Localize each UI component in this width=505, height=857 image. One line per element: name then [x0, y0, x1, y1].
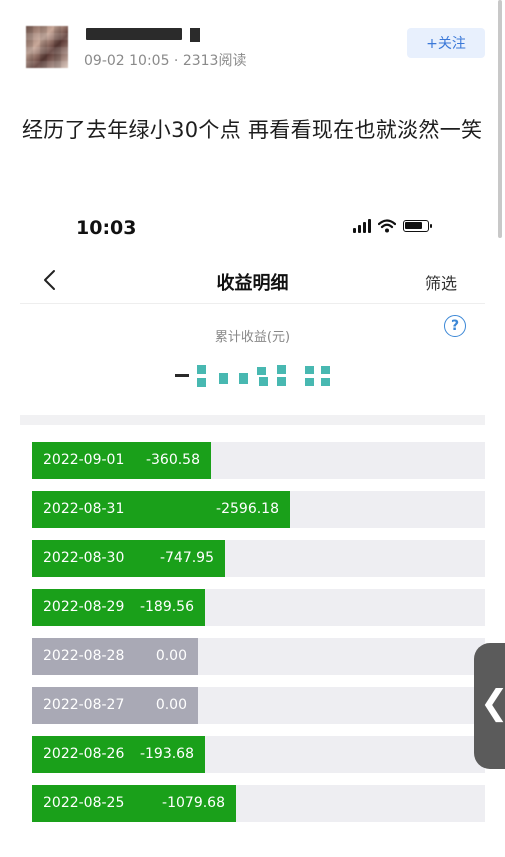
- earnings-value: -2596.18: [216, 501, 279, 517]
- battery-icon: [403, 220, 432, 232]
- cumulative-earnings-label: 累计收益(元): [214, 330, 291, 345]
- nav-title: 收益明细: [216, 273, 289, 294]
- help-icon[interactable]: ?: [444, 315, 466, 337]
- post-text: 经历了去年绿小30个点 再看看现在也就淡然一笑: [22, 118, 483, 142]
- earnings-row: 2022-08-28 0.00: [32, 638, 485, 675]
- earnings-date: 2022-08-29: [43, 599, 125, 615]
- earnings-value: -1079.68: [162, 795, 225, 811]
- earnings-value: -747.95: [159, 550, 214, 566]
- daily-earnings-list: 2022-09-01 -360.58 2022-08-31 -2596.18 2022-…: [32, 442, 485, 834]
- side-drawer-tab[interactable]: ❮: [474, 643, 505, 769]
- earnings-row: 2022-08-31 -2596.18: [32, 491, 485, 528]
- status-icons: [353, 219, 432, 233]
- cumulative-earnings-redacted: [175, 363, 335, 389]
- earnings-date: 2022-09-01: [43, 452, 125, 468]
- earnings-row: 2022-09-01 -360.58: [32, 442, 485, 479]
- earnings-date: 2022-08-25: [43, 795, 125, 811]
- follow-button[interactable]: +关注: [407, 28, 485, 58]
- earnings-date: 2022-08-31: [43, 501, 125, 517]
- scrollbar[interactable]: [498, 0, 502, 238]
- earnings-date: 2022-08-27: [43, 697, 125, 713]
- signal-icon: [353, 219, 371, 233]
- status-time: 10:03: [76, 217, 137, 239]
- nav-bar: 收益明细 筛选: [20, 257, 485, 304]
- earnings-date: 2022-08-26: [43, 746, 125, 762]
- earnings-value: 0.00: [155, 648, 187, 664]
- earnings-date: 2022-08-30: [43, 550, 125, 566]
- earnings-row: 2022-08-27 0.00: [32, 687, 485, 724]
- earnings-row: 2022-08-29 -189.56: [32, 589, 485, 626]
- earnings-value: -360.58: [145, 452, 200, 468]
- earnings-row: 2022-08-26 -193.68: [32, 736, 485, 773]
- post-meta: 09-02 10:05 · 2313阅读: [84, 53, 247, 69]
- earnings-value: -189.56: [139, 599, 194, 615]
- earnings-row: 2022-08-30 -747.95: [32, 540, 485, 577]
- earnings-date: 2022-08-28: [43, 648, 125, 664]
- filter-button[interactable]: 筛选: [425, 270, 457, 294]
- username-redacted[interactable]: [86, 28, 200, 42]
- avatar[interactable]: [26, 26, 68, 68]
- earnings-value: 0.00: [155, 697, 187, 713]
- chevron-left-icon: ❮: [480, 683, 505, 723]
- wifi-icon: [378, 219, 396, 233]
- post-header: 09-02 10:05 · 2313阅读 +关注: [0, 0, 505, 80]
- earnings-value: -193.68: [139, 746, 194, 762]
- embedded-screenshot: 10:03 收益明细 筛选 累计收益(元) ? 2022-09-01 -360.…: [20, 205, 485, 857]
- section-divider: [20, 415, 485, 425]
- earnings-row: 2022-08-25 -1079.68: [32, 785, 485, 822]
